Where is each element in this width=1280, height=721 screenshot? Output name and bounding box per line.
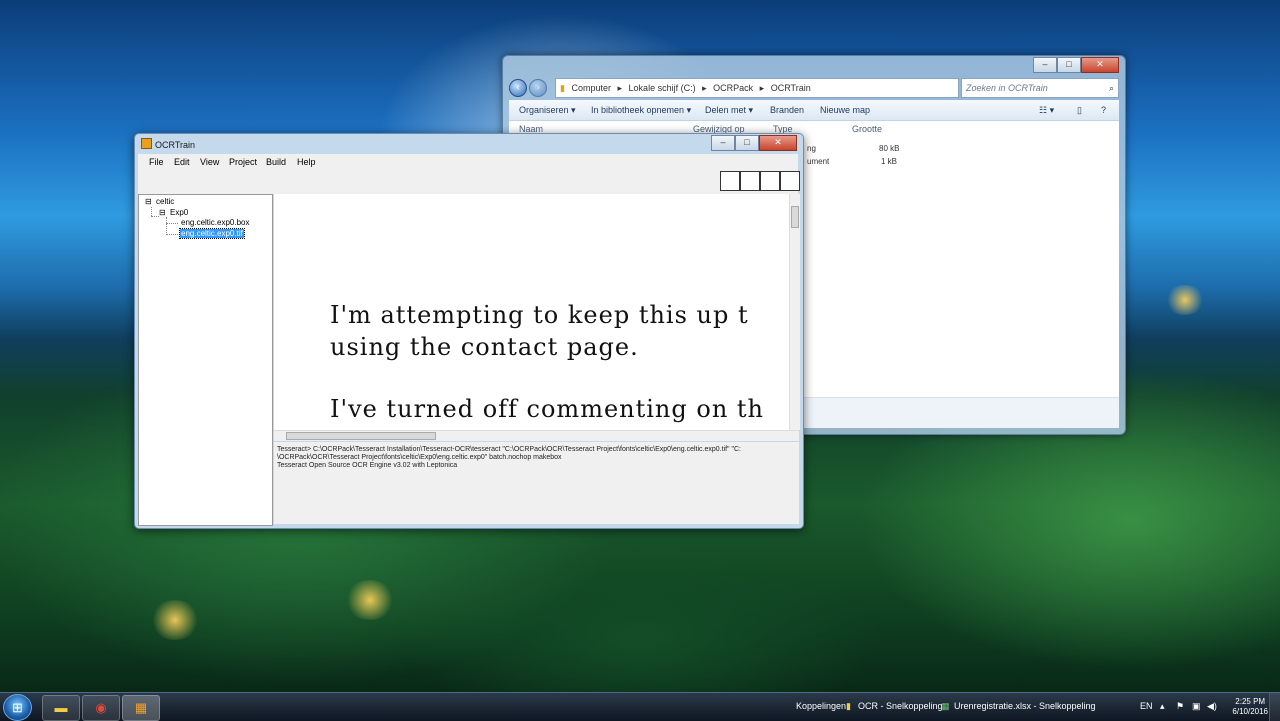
new-folder-button[interactable]: Nieuwe map (820, 105, 870, 115)
menu-edit[interactable]: Edit (174, 157, 190, 167)
breadcrumb-separator: ▸ (617, 83, 623, 93)
burn-button[interactable]: Branden (770, 105, 804, 115)
action-center-flag-icon[interactable]: ⚑ (1176, 701, 1184, 712)
tree-line (166, 223, 178, 224)
image-text-line: I'm attempting to keep this up t (330, 301, 749, 329)
breadcrumb-separator: ▸ (759, 83, 765, 93)
file-type: ument (807, 157, 830, 166)
close-button[interactable]: ✕ (759, 135, 797, 151)
tree-line (151, 207, 152, 216)
scrollbar-thumb[interactable] (791, 206, 799, 228)
tree-line (151, 216, 159, 217)
tool-button[interactable] (780, 171, 800, 191)
breadcrumb-drive[interactable]: Lokale schijf (C:) (629, 83, 696, 93)
project-tree[interactable]: ⊟ celtic ⊟ Exp0 eng.celtic.exp0.box eng.… (138, 194, 273, 526)
maximize-button[interactable]: □ (735, 135, 759, 151)
lantern-glow (150, 600, 200, 640)
image-text-line: using the contact page. (330, 333, 639, 361)
vertical-scrollbar[interactable] (789, 194, 800, 430)
volume-icon[interactable]: ◀) (1207, 701, 1217, 712)
search-placeholder: Zoeken in OCRTrain (966, 83, 1048, 93)
console-line: Tesseract> C:\OCRPack\Tesseract Installa… (277, 446, 741, 453)
file-type: ng (807, 144, 816, 153)
tree-node-exp0[interactable]: Exp0 (170, 208, 188, 217)
tree-expander-icon[interactable]: ⊟ (159, 208, 166, 217)
clock[interactable]: 2:25 PM 6/10/2016 (1232, 697, 1268, 717)
lantern-glow (1165, 285, 1205, 315)
address-bar[interactable]: ▮ Computer ▸ Lokale schijf (C:) ▸ OCRPac… (555, 78, 959, 98)
show-hidden-icons-icon[interactable]: ▴ (1160, 701, 1165, 712)
breadcrumb-ocrtrain[interactable]: OCRTrain (771, 83, 811, 93)
menu-file[interactable]: File (149, 157, 164, 167)
language-indicator[interactable]: EN (1140, 701, 1153, 711)
clock-date: 6/10/2016 (1232, 707, 1268, 716)
menu-build[interactable]: Build (266, 157, 286, 167)
menu-view[interactable]: View (200, 157, 219, 167)
app-icon (141, 138, 152, 149)
ocr-shortcut-link[interactable]: OCR - Snelkoppeling (858, 701, 943, 711)
window-title-text: OCRTrain (155, 140, 196, 150)
scrollbar-thumb[interactable] (286, 432, 436, 440)
tool-button[interactable] (740, 171, 760, 191)
file-size: 80 kB (879, 144, 900, 153)
horizontal-scrollbar[interactable] (274, 430, 799, 441)
ocrtrain-taskbar-icon[interactable]: ▦ (122, 695, 160, 721)
preview-pane-icon[interactable]: ▯ (1077, 105, 1082, 116)
tree-line (166, 217, 167, 235)
network-icon[interactable]: ▣ (1192, 701, 1201, 712)
ocrtrain-window[interactable]: OCRTrain ‒ □ ✕ File Edit View Project Bu… (134, 133, 804, 529)
close-button[interactable]: ✕ (1081, 57, 1119, 73)
forward-arrow-icon[interactable]: › (529, 79, 547, 97)
ocrtrain-caption-buttons: ‒ □ ✕ (711, 135, 797, 151)
lantern-glow (345, 580, 395, 620)
window-title: OCRTrain (141, 138, 195, 150)
menu-project[interactable]: Project (229, 157, 257, 167)
column-size[interactable]: Grootte (852, 124, 882, 134)
chrome-taskbar-icon[interactable]: ◉ (82, 695, 120, 721)
maximize-button[interactable]: □ (1057, 57, 1081, 73)
tool-button[interactable] (720, 171, 740, 191)
explorer-taskbar-icon[interactable]: ▬ (42, 695, 80, 721)
help-icon[interactable]: ? (1101, 105, 1106, 115)
explorer-navigation-bar: ‹ › ▮ Computer ▸ Lokale schijf (C:) ▸ OC… (509, 78, 1119, 98)
breadcrumb-ocrpack[interactable]: OCRPack (713, 83, 753, 93)
links-toolbar-label: Koppelingen (796, 701, 847, 711)
tree-node-box-file[interactable]: eng.celtic.exp0.box (181, 218, 250, 227)
clock-time: 2:25 PM (1235, 697, 1266, 706)
menu-bar: File Edit View Project Build Help (138, 154, 798, 170)
tool-button[interactable] (760, 171, 780, 191)
tree-line (166, 234, 178, 235)
explorer-caption-buttons: ‒ □ ✕ (1033, 57, 1119, 73)
folder-icon: ▮ (560, 83, 565, 93)
minimize-button[interactable]: ‒ (1033, 57, 1057, 73)
console-output[interactable]: Tesseract> C:\OCRPack\Tesseract Installa… (274, 442, 799, 524)
organize-button[interactable]: Organiseren ▾ (519, 105, 576, 116)
toolbar (138, 170, 800, 194)
tree-node-celtic[interactable]: celtic (156, 197, 174, 206)
view-options-icon[interactable]: ☷ ▾ (1039, 105, 1054, 116)
tree-expander-icon[interactable]: ⊟ (145, 197, 152, 206)
console-line: \OCRPack\OCR\Tesseract Project\fonts\cel… (277, 454, 562, 461)
taskbar: ⊞ ▬ ◉ ▦ Koppelingen ▮ OCR - Snelkoppelin… (0, 692, 1280, 721)
start-button[interactable]: ⊞ (3, 694, 32, 721)
folder-icon: ▮ (846, 701, 851, 711)
share-with-button[interactable]: Delen met ▾ (705, 105, 753, 116)
image-canvas[interactable]: I'm attempting to keep this up t using t… (274, 194, 789, 430)
breadcrumb-separator: ▸ (702, 83, 707, 93)
explorer-command-bar: Organiseren ▾ In bibliotheek opnemen ▾ D… (509, 100, 1119, 121)
urenregistratie-shortcut-link[interactable]: Urenregistratie.xlsx - Snelkoppeling (954, 701, 1096, 711)
excel-file-icon: ▦ (941, 701, 950, 711)
file-size: 1 kB (881, 157, 898, 166)
back-arrow-icon[interactable]: ‹ (509, 79, 527, 97)
search-icon[interactable]: ⌕ (1109, 79, 1114, 97)
tree-node-tif-file[interactable]: eng.celtic.exp0.tif (179, 228, 245, 239)
menu-help[interactable]: Help (297, 157, 316, 167)
show-desktop-button[interactable] (1269, 693, 1280, 721)
include-in-library-button[interactable]: In bibliotheek opnemen ▾ (591, 105, 691, 116)
breadcrumb-computer[interactable]: Computer (571, 83, 611, 93)
console-line: Tesseract Open Source OCR Engine v3.02 w… (277, 462, 458, 469)
image-text-line: I've turned off commenting on th (330, 395, 765, 423)
search-input[interactable]: Zoeken in OCRTrain ⌕ (961, 78, 1119, 98)
minimize-button[interactable]: ‒ (711, 135, 735, 151)
